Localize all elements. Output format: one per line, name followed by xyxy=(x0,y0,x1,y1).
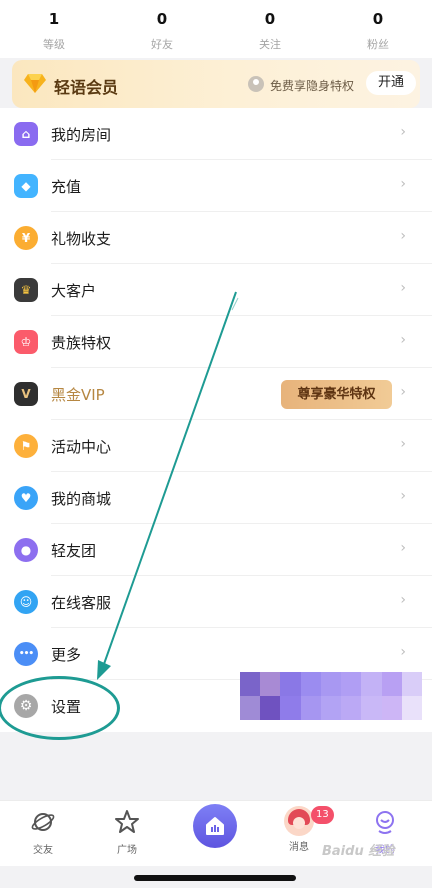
service-chat-icon: ☺ xyxy=(14,590,38,614)
menu-list: ⌂ 我的房间 › ◆ 充值 › ¥ 礼物收支 › ♛ 大客户 › ♔ 贵族特权 … xyxy=(0,108,432,732)
noble-crown-icon: ♔ xyxy=(14,330,38,354)
menu-item-recharge[interactable]: ◆ 充值 › xyxy=(0,160,432,212)
tab-label: 广场 xyxy=(117,845,137,856)
stat-following[interactable]: 0 关注 xyxy=(216,0,324,58)
chevron-right-icon: › xyxy=(400,176,406,192)
menu-item-noble-privilege[interactable]: ♔ 贵族特权 › xyxy=(0,316,432,368)
unread-count-badge: 13 xyxy=(311,806,334,824)
tab-label: 交友 xyxy=(33,845,53,856)
planet-icon xyxy=(31,813,55,831)
menu-item-online-service[interactable]: ☺ 在线客服 › xyxy=(0,576,432,628)
menu-item-label: 大客户 xyxy=(51,282,97,300)
chevron-right-icon: › xyxy=(400,280,406,296)
yuan-coin-icon: ¥ xyxy=(14,226,38,250)
stat-label: 等级 xyxy=(43,38,65,51)
stat-fans[interactable]: 0 粉丝 xyxy=(324,0,432,58)
center-home-button[interactable] xyxy=(193,804,237,848)
chevron-right-icon: › xyxy=(400,436,406,452)
stat-label: 好友 xyxy=(151,38,173,51)
stats-bar: 1 等级 0 好友 0 关注 0 粉丝 xyxy=(0,0,432,58)
chevron-right-icon: › xyxy=(400,592,406,608)
menu-item-label: 充值 xyxy=(51,178,82,196)
open-vip-button[interactable]: 开通 xyxy=(366,71,416,95)
menu-item-my-room[interactable]: ⌂ 我的房间 › xyxy=(0,108,432,160)
menu-item-black-gold-vip[interactable]: V 黑金VIP 尊享豪华特权 › xyxy=(0,368,432,420)
stat-value: 0 xyxy=(372,10,384,28)
stat-value: 0 xyxy=(156,10,168,28)
tab-make-friends[interactable]: 交友 xyxy=(0,801,86,867)
chevron-right-icon: › xyxy=(400,124,406,140)
chevron-right-icon: › xyxy=(400,644,406,660)
avatar-icon xyxy=(284,806,314,836)
menu-item-label: 轻友团 xyxy=(51,542,97,560)
flag-icon: ⚑ xyxy=(14,434,38,458)
center-home-icon xyxy=(206,817,224,835)
tab-square[interactable]: 广场 xyxy=(84,801,170,867)
chevron-right-icon: › xyxy=(400,384,406,400)
menu-item-label: 礼物收支 xyxy=(51,230,112,248)
menu-item-friend-group[interactable]: ● 轻友团 › xyxy=(0,524,432,576)
shopping-bag-icon: ♥ xyxy=(14,486,38,510)
stat-friends[interactable]: 0 好友 xyxy=(108,0,216,58)
home-indicator xyxy=(134,875,296,881)
stat-level[interactable]: 1 等级 xyxy=(0,0,108,58)
me-icon xyxy=(376,811,394,834)
group-user-icon: ● xyxy=(14,538,38,562)
premium-privilege-badge[interactable]: 尊享豪华特权 xyxy=(281,380,392,409)
menu-item-label: 黑金VIP xyxy=(51,386,105,404)
vip-title: 轻语会员 xyxy=(54,78,119,97)
black-gold-vip-icon: V xyxy=(14,382,38,406)
menu-item-label: 贵族特权 xyxy=(51,334,112,352)
watermark: Baidu 经验 xyxy=(322,844,395,859)
menu-item-label: 我的房间 xyxy=(51,126,112,144)
diamond-icon xyxy=(24,74,46,93)
menu-item-label: 活动中心 xyxy=(51,438,112,456)
chevron-right-icon: › xyxy=(400,488,406,504)
annotation-circle xyxy=(0,676,120,740)
stat-label: 粉丝 xyxy=(367,38,389,51)
menu-item-label: 我的商城 xyxy=(51,490,112,508)
star-icon xyxy=(115,810,139,833)
diamond-icon: ◆ xyxy=(14,174,38,198)
menu-item-label: 更多 xyxy=(51,646,82,664)
menu-item-gift-balance[interactable]: ¥ 礼物收支 › xyxy=(0,212,432,264)
user-icon xyxy=(248,76,264,92)
more-dots-icon: ••• xyxy=(14,642,38,666)
chevron-right-icon: › xyxy=(400,540,406,556)
chevron-right-icon: › xyxy=(400,332,406,348)
mosaic-redaction xyxy=(240,672,422,720)
stat-value: 0 xyxy=(264,10,276,28)
vip-banner[interactable]: 轻语会员 免费享隐身特权 开通 xyxy=(12,60,420,108)
menu-item-label: 在线客服 xyxy=(51,594,112,612)
vip-description: 免费享隐身特权 xyxy=(270,79,355,93)
stat-value: 1 xyxy=(48,10,60,28)
chevron-right-icon: › xyxy=(400,228,406,244)
house-icon: ⌂ xyxy=(14,122,38,146)
stat-label: 关注 xyxy=(259,38,281,51)
crown-icon: ♛ xyxy=(14,278,38,302)
menu-item-big-customer[interactable]: ♛ 大客户 › xyxy=(0,264,432,316)
menu-item-my-store[interactable]: ♥ 我的商城 › xyxy=(0,472,432,524)
menu-item-activity-center[interactable]: ⚑ 活动中心 › xyxy=(0,420,432,472)
